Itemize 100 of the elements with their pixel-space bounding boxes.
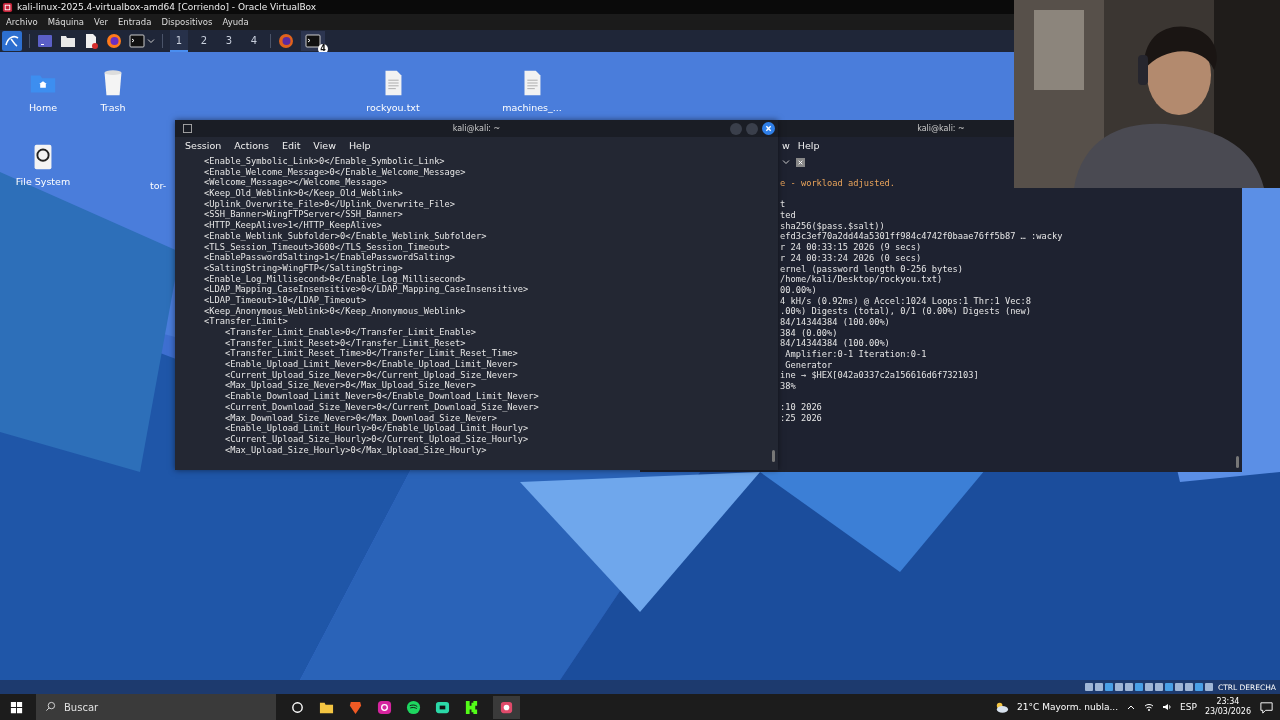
menu-item[interactable]: Máquina (47, 17, 85, 27)
clock-date[interactable]: 23/03/2026 (1204, 707, 1251, 717)
terminal-line: t (780, 199, 786, 210)
music-icon[interactable] (406, 699, 421, 715)
terminal-line: 84/14344384 (100.00%) (780, 338, 890, 349)
terminal-line: /home/kali/Desktop/rockyou.txt) (780, 274, 943, 285)
search-field[interactable]: Buscar (36, 694, 276, 720)
terminal-line: <HTTP_KeepAlive>1</HTTP_KeepAlive> (204, 220, 382, 231)
menu-item[interactable]: Entrada (117, 17, 152, 27)
window-title: kali-linux-2025.4-virtualbox-amd64 [Corriendo] - Oracle VirtualBox (17, 2, 317, 12)
terminal-line: <Welcome_Message></Welcome_Message> (204, 177, 388, 188)
lion-shield-icon[interactable] (348, 699, 363, 715)
browser-icon[interactable] (106, 33, 122, 49)
search-icon (45, 701, 56, 712)
close-icon[interactable] (762, 122, 775, 135)
window-title: kali@kali: ~ (452, 124, 501, 133)
terminal-line: :25 2026 (780, 413, 822, 424)
camera-icon[interactable] (377, 699, 392, 715)
terminal-line: <Transfer_Limit_Reset_Time>0</Transfer_Limit_Reset_Time> (223, 348, 518, 359)
menu-item[interactable]: Ayuda (222, 17, 249, 27)
menu-item[interactable]: Dispositivos (161, 17, 213, 27)
speaker-icon[interactable] (1162, 702, 1173, 712)
windows-start-icon[interactable] (9, 699, 24, 715)
terminal-line: efd3c3ef70a2dd44a5301ff984c4742f0baae76ff5b87 … :wacky (780, 231, 1063, 242)
menu-item[interactable]: w (782, 140, 790, 151)
workspace-tab[interactable]: 1 (170, 30, 188, 52)
terminal-line: <Current_Upload_Size_Never>0</Current_Upload_Size_Never> (223, 369, 518, 380)
menu-item[interactable]: Session (185, 140, 222, 151)
terminal-line: <Enable_Log_Millisecond>0</Enable_Log_Millisecond> (204, 273, 466, 284)
virtualbox-icon (2, 1, 13, 13)
folder-icon[interactable] (60, 33, 76, 49)
terminal-line: <Max_Upload_Size_Never>0</Max_Upload_Size_Never> (223, 380, 476, 391)
desktop-icon[interactable] (37, 33, 53, 49)
k-logo-icon[interactable] (464, 699, 479, 715)
terminal-line: sha256($pass.$salt)) (780, 220, 885, 231)
terminal-line: <Uplink_Overwrite_File>0</Uplink_Overwrite_File> (204, 198, 456, 209)
workspace-tab[interactable]: 3 (220, 30, 238, 52)
terminal-task-button[interactable]: 4 (301, 31, 325, 51)
terminal-line: <LDAP_Timeout>10</LDAP_Timeout> (204, 294, 367, 305)
terminal-line: <Enable_Welcome_Message>0</Enable_Welcome_Message> (204, 166, 466, 177)
terminal-line: ine → $HEX[042a0337c2a156616d6f732103] (780, 370, 979, 381)
terminal-icon (183, 124, 192, 133)
app-icon[interactable] (493, 695, 520, 719)
clock-time[interactable]: 23:34 (1216, 697, 1240, 707)
language-indicator[interactable]: ESP (1180, 702, 1197, 712)
terminal-line: .00%) Digests (total), 0/1 (0.00%) Digests (new) (780, 306, 1032, 317)
window-title: kali@kali: ~ (917, 124, 965, 133)
wifi-icon[interactable] (1144, 702, 1155, 712)
terminal-line: <Enable_Upload_Limit_Never>0</Enable_Upload_Limit_Never> (223, 359, 518, 370)
caret-icon[interactable] (782, 158, 790, 166)
terminal-line: <SaltingString>WingFTP</SaltingString> (204, 262, 403, 273)
terminal-line: r 24 00:33:15 2026 (9 secs) (780, 242, 922, 253)
weather-text[interactable]: 21°C Mayorm. nubla... (1017, 702, 1119, 712)
terminal-line: <TLS_Session_Timeout>3600</TLS_Session_Timeout> (204, 241, 450, 252)
terminal-line: <Max_Upload_Size_Hourly>0</Max_Upload_Size_Hourly> (223, 444, 487, 455)
terminal-line: <Current_Download_Size_Never>0</Current_Download_Size_Never> (223, 401, 539, 412)
menu-item[interactable]: Edit (281, 140, 301, 151)
terminal-line: :10 2026 (780, 402, 822, 413)
terminal-line: Generator (784, 359, 833, 370)
terminal-line: ernel (password length 0-256 bytes) (780, 263, 964, 274)
terminal-line: <Keep_Old_Weblink>0</Keep_Old_Weblink> (204, 188, 403, 199)
menu-item[interactable]: Help (797, 140, 820, 151)
menu-item[interactable]: View (313, 140, 336, 151)
terminal-line: <Current_Upload_Size_Hourly>0</Current_Upload_Size_Hourly> (223, 433, 529, 444)
menu-item[interactable]: Ver (94, 17, 108, 27)
terminal-line: 84/14344384 (100.00%) (780, 316, 890, 327)
terminal-line: r 24 00:33:24 2026 (0 secs) (780, 252, 922, 263)
terminal-line: <Keep_Anonymous_Weblink>0</Keep_Anonymous_Weblink> (204, 305, 466, 316)
menu-item[interactable]: Archivo (6, 17, 38, 27)
terminal-line: e - workload adjusted. (780, 178, 896, 188)
scrollbar-thumb[interactable] (772, 450, 775, 462)
terminal-line: <Max_Download_Size_Never>0</Max_Download_Size_Never> (223, 412, 497, 423)
terminal-line: <Enable_Download_Limit_Never>0</Enable_Download_Limit_Never> (223, 391, 539, 402)
browser-icon[interactable] (278, 33, 294, 49)
close-icon[interactable] (796, 157, 805, 167)
terminal-line: 38% (780, 381, 796, 392)
terminal-line: <EnablePasswordSalting>1</EnablePasswordSalting> (204, 252, 456, 263)
terminal-line: 384 (0.00%) (780, 327, 838, 338)
menu-item[interactable]: Help (348, 140, 371, 151)
notification-icon[interactable] (1259, 699, 1274, 715)
terminal-line: <LDAP_Mapping_CaseInsensitive>0</LDAP_Mapping_CaseInsensitive> (204, 284, 529, 295)
terminal-line: <Enable_Upload_Limit_Hourly>0</Enable_Upload_Limit_Hourly> (223, 423, 529, 434)
terminal-line: <Enable_Weblink_Subfolder>0</Enable_Weblink_Subfolder> (204, 230, 487, 241)
terminal-line: ted (780, 210, 796, 221)
terminal-icon[interactable] (129, 33, 145, 49)
terminal-line: <Transfer_Limit_Reset>0</Transfer_Limit_Reset> (223, 337, 466, 348)
scrollbar-thumb[interactable] (1236, 456, 1239, 468)
desktop-icon[interactable]: tor- (150, 180, 174, 191)
caret-icon[interactable] (147, 37, 155, 45)
terminal-line: <Enable_Symbolic_Link>0</Enable_Symbolic_Link> (204, 156, 445, 166)
terminal-line: Amplifier:0-1 Iteration:0-1 (784, 349, 927, 359)
terminal-line: 00.00%) (780, 284, 817, 295)
workspace-tab[interactable]: 4 (245, 30, 263, 52)
document-icon[interactable] (83, 33, 99, 49)
menu-item[interactable]: Actions (234, 140, 269, 151)
terminal-line: 4 kH/s (0.92ms) @ Accel:1024 Loops:1 Thr:1 Vec:8 (780, 295, 1032, 306)
workspace-tab[interactable]: 2 (195, 30, 213, 52)
circle-icon[interactable] (290, 699, 305, 715)
terminal-line: <Transfer_Limit> (204, 316, 288, 327)
terminal-line: <SSH_Banner>WingFTPServer</SSH_Banner> (204, 209, 403, 220)
